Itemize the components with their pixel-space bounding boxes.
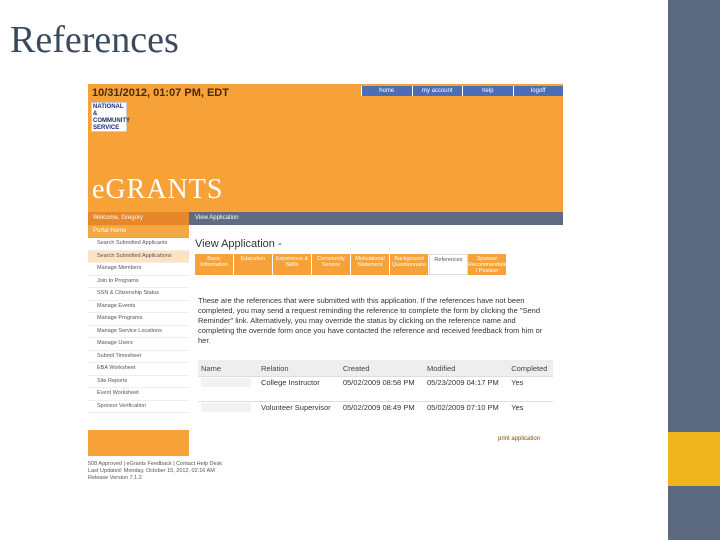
redacted-name bbox=[201, 378, 251, 387]
nav-logoff[interactable]: logoff bbox=[512, 86, 563, 96]
slide-accent-block bbox=[668, 432, 720, 486]
col-created: Created bbox=[339, 360, 425, 377]
modified-cell: 05/02/2009 07:10 PM bbox=[424, 401, 509, 426]
sidebar-list: Search Submitted Applicants Search Submi… bbox=[88, 238, 189, 430]
sidebar-item[interactable]: Join to Programs bbox=[88, 276, 189, 288]
redacted-name bbox=[201, 403, 251, 412]
sidebar-item[interactable]: Manage Members bbox=[88, 263, 189, 276]
sidebar-item[interactable]: Manage Service Locations bbox=[88, 326, 189, 338]
created-cell: 05/02/2009 08:58 PM bbox=[339, 376, 425, 402]
egrants-screenshot: 10/31/2012, 01:07 PM, EDT home my accoun… bbox=[88, 84, 563, 456]
created-cell: 05/02/2009 08:49 PM bbox=[339, 401, 425, 426]
completed-cell: Yes bbox=[508, 376, 553, 402]
application-tabs: Basic Information Education Experience &… bbox=[195, 254, 511, 275]
egrants-header: 10/31/2012, 01:07 PM, EDT home my accoun… bbox=[88, 84, 563, 212]
tab-basic-information[interactable]: Basic Information bbox=[195, 254, 234, 275]
sidebar-item[interactable]: Manage Programs bbox=[88, 313, 189, 326]
tab-motivational-statement[interactable]: Motivational Statement bbox=[351, 254, 390, 275]
cncs-logo: NATIONAL & COMMUNITY SERVICE bbox=[91, 102, 130, 132]
relation-cell: College Instructor bbox=[258, 376, 340, 402]
reference-name-link[interactable] bbox=[198, 376, 259, 402]
tab-experience-skills[interactable]: Experience & Skills bbox=[273, 254, 312, 275]
tab-references[interactable]: References bbox=[429, 254, 468, 275]
sidebar-item-portal-home[interactable]: Portal Home bbox=[88, 226, 189, 237]
tab-education[interactable]: Education bbox=[234, 254, 273, 275]
nav-home[interactable]: home bbox=[361, 86, 412, 96]
col-relation: Relation bbox=[258, 360, 340, 377]
tab-background-questionnaire[interactable]: Background Questionnaire bbox=[390, 254, 429, 275]
sidebar: Welcome, Gregory Portal Home Search Subm… bbox=[88, 212, 189, 456]
print-application-link[interactable]: print application bbox=[498, 436, 540, 442]
sidebar-item[interactable]: EBA Worksheet bbox=[88, 363, 189, 376]
page-title: View Application - bbox=[195, 238, 282, 250]
tab-sponsor-recommendation[interactable]: Sponsor Recommendation / Position bbox=[468, 254, 511, 275]
modified-cell: 05/23/2009 04:17 PM bbox=[424, 376, 509, 402]
table-header-row: Name Relation Created Modified Completed bbox=[198, 360, 553, 377]
completed-cell: Yes bbox=[508, 401, 553, 426]
main-section-header: View Application bbox=[189, 212, 563, 225]
col-completed: Completed bbox=[508, 360, 553, 377]
sidebar-item[interactable]: Manage Users bbox=[88, 338, 189, 351]
top-nav: home my account help logoff bbox=[361, 86, 563, 96]
footer-last-updated: Last Updated: Monday, October 15, 2012, … bbox=[88, 468, 215, 474]
sidebar-item[interactable]: Submit Timesheet bbox=[88, 351, 189, 363]
col-name: Name bbox=[198, 360, 259, 377]
egrants-logo: eGRANTS bbox=[92, 174, 224, 205]
nav-help[interactable]: help bbox=[462, 86, 513, 96]
relation-cell: Volunteer Supervisor bbox=[258, 401, 340, 426]
page-footer: 508 Approved | eGrants Feedback | Contac… bbox=[88, 461, 222, 482]
table-row: College Instructor 05/02/2009 08:58 PM 0… bbox=[198, 376, 553, 402]
references-table: Name Relation Created Modified Completed… bbox=[198, 360, 553, 426]
reference-name-link[interactable] bbox=[198, 401, 259, 426]
references-instructions: These are the references that were submi… bbox=[198, 296, 543, 345]
tab-community-service[interactable]: Community Service bbox=[312, 254, 351, 275]
sidebar-item[interactable]: Sponsor Verification bbox=[88, 401, 189, 413]
sidebar-item[interactable]: Site Reports bbox=[88, 376, 189, 388]
sidebar-item-active[interactable]: Search Submitted Applications bbox=[88, 250, 189, 263]
nav-my-account[interactable]: my account bbox=[411, 86, 462, 96]
sidebar-item[interactable]: Manage Events bbox=[88, 301, 189, 313]
welcome-text: Welcome, Gregory bbox=[88, 212, 189, 225]
sidebar-item[interactable]: Search Submitted Applicants bbox=[88, 238, 189, 251]
footer-links[interactable]: 508 Approved | eGrants Feedback | Contac… bbox=[88, 461, 222, 468]
sidebar-item[interactable]: Event Worksheet bbox=[88, 388, 189, 401]
table-row: Volunteer Supervisor 05/02/2009 08:49 PM… bbox=[198, 401, 553, 426]
sidebar-item[interactable]: SSN & Citizenship Status bbox=[88, 288, 189, 301]
footer-version: Release Version 7.1.2 bbox=[88, 475, 142, 481]
col-modified: Modified bbox=[424, 360, 509, 377]
slide-title: References bbox=[10, 19, 179, 61]
datetime: 10/31/2012, 01:07 PM, EDT bbox=[92, 87, 229, 99]
